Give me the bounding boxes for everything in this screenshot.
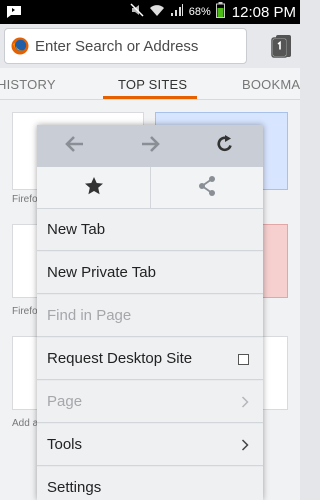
menu-item-tools[interactable]: Tools <box>37 424 263 466</box>
battery-icon <box>215 1 225 23</box>
top-site-label: Add a <box>12 418 39 429</box>
menu-item-find-in-page[interactable]: Find in Page <box>37 295 263 337</box>
menu-item-label: Settings <box>47 479 102 496</box>
star-icon <box>84 176 104 201</box>
menu-item-new-tab[interactable]: New Tab <box>37 209 263 251</box>
firefox-logo-icon <box>11 37 29 55</box>
reload-icon <box>215 134 235 159</box>
top-sites-tab-strip: HISTORY TOP SITES BOOKMARKS <box>0 68 300 100</box>
forward-arrow-icon <box>140 135 160 158</box>
wifi-icon <box>149 3 165 22</box>
browser-menu: New Tab New Private Tab Find in Page Req… <box>37 125 263 500</box>
tab-indicator <box>103 96 197 99</box>
mute-icon <box>130 2 144 22</box>
menu-item-label: Page <box>47 393 83 410</box>
status-bar: 68% 12:08 PM <box>0 0 300 24</box>
menu-navigation-row <box>37 125 263 167</box>
reload-button[interactable] <box>187 125 262 167</box>
menu-item-label: Request Desktop Site <box>47 350 193 367</box>
browser-toolbar <box>0 24 300 68</box>
signal-icon <box>170 3 184 22</box>
menu-item-label: Find in Page <box>47 307 132 324</box>
clock: 12:08 PM <box>231 3 296 21</box>
battery-percent: 68% <box>188 6 211 18</box>
tabs-button[interactable] <box>266 32 294 60</box>
menu-item-new-private-tab[interactable]: New Private Tab <box>37 252 263 294</box>
menu-item-label: New Tab <box>47 221 106 238</box>
menu-item-label: New Private Tab <box>47 264 156 281</box>
notification-icon <box>6 5 22 23</box>
menu-item-settings[interactable]: Settings <box>37 467 263 500</box>
back-button[interactable] <box>37 125 112 167</box>
chevron-right-icon <box>241 424 249 466</box>
menu-item-page[interactable]: Page <box>37 381 263 423</box>
tab-top-sites[interactable]: TOP SITES <box>118 77 187 92</box>
menu-actions-row <box>37 167 263 209</box>
menu-item-request-desktop-site[interactable]: Request Desktop Site <box>37 338 263 380</box>
url-input[interactable] <box>35 37 235 55</box>
share-icon <box>196 175 218 202</box>
bookmark-button[interactable] <box>37 167 150 209</box>
share-button[interactable] <box>150 167 263 209</box>
menu-item-label: Tools <box>47 436 83 453</box>
url-bar[interactable] <box>4 28 247 64</box>
desktop-site-checkbox-wrap <box>238 338 249 380</box>
back-arrow-icon <box>64 135 85 158</box>
chevron-right-icon <box>241 381 249 423</box>
desktop-site-checkbox[interactable] <box>238 353 249 365</box>
tab-bookmarks[interactable]: BOOKMARKS <box>242 77 300 92</box>
tab-history[interactable]: HISTORY <box>0 77 56 92</box>
forward-button[interactable] <box>112 125 187 167</box>
status-icons: 68% 12:08 PM <box>130 0 296 24</box>
